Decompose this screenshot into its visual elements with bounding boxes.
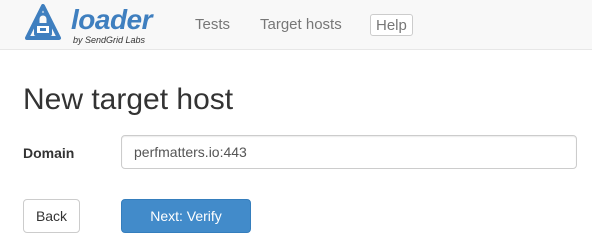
lock-box-icon [25, 4, 61, 40]
brand-tagline: by SendGrid Labs [73, 35, 146, 45]
brand-logo-link[interactable]: loader by SendGrid Labs [23, 4, 163, 46]
domain-input[interactable] [121, 135, 577, 169]
domain-label: Domain [23, 145, 75, 161]
nav-help-button[interactable]: Help [370, 14, 413, 36]
back-button[interactable]: Back [23, 199, 80, 233]
nav-target-hosts-link[interactable]: Target hosts [260, 16, 342, 34]
nav-tests-link[interactable]: Tests [195, 16, 230, 34]
brand-name: loader [71, 4, 153, 35]
top-navbar: loader by SendGrid Labs Tests Target hos… [0, 0, 592, 50]
page-title: New target host [23, 83, 234, 116]
next-verify-button[interactable]: Next: Verify [121, 199, 251, 233]
